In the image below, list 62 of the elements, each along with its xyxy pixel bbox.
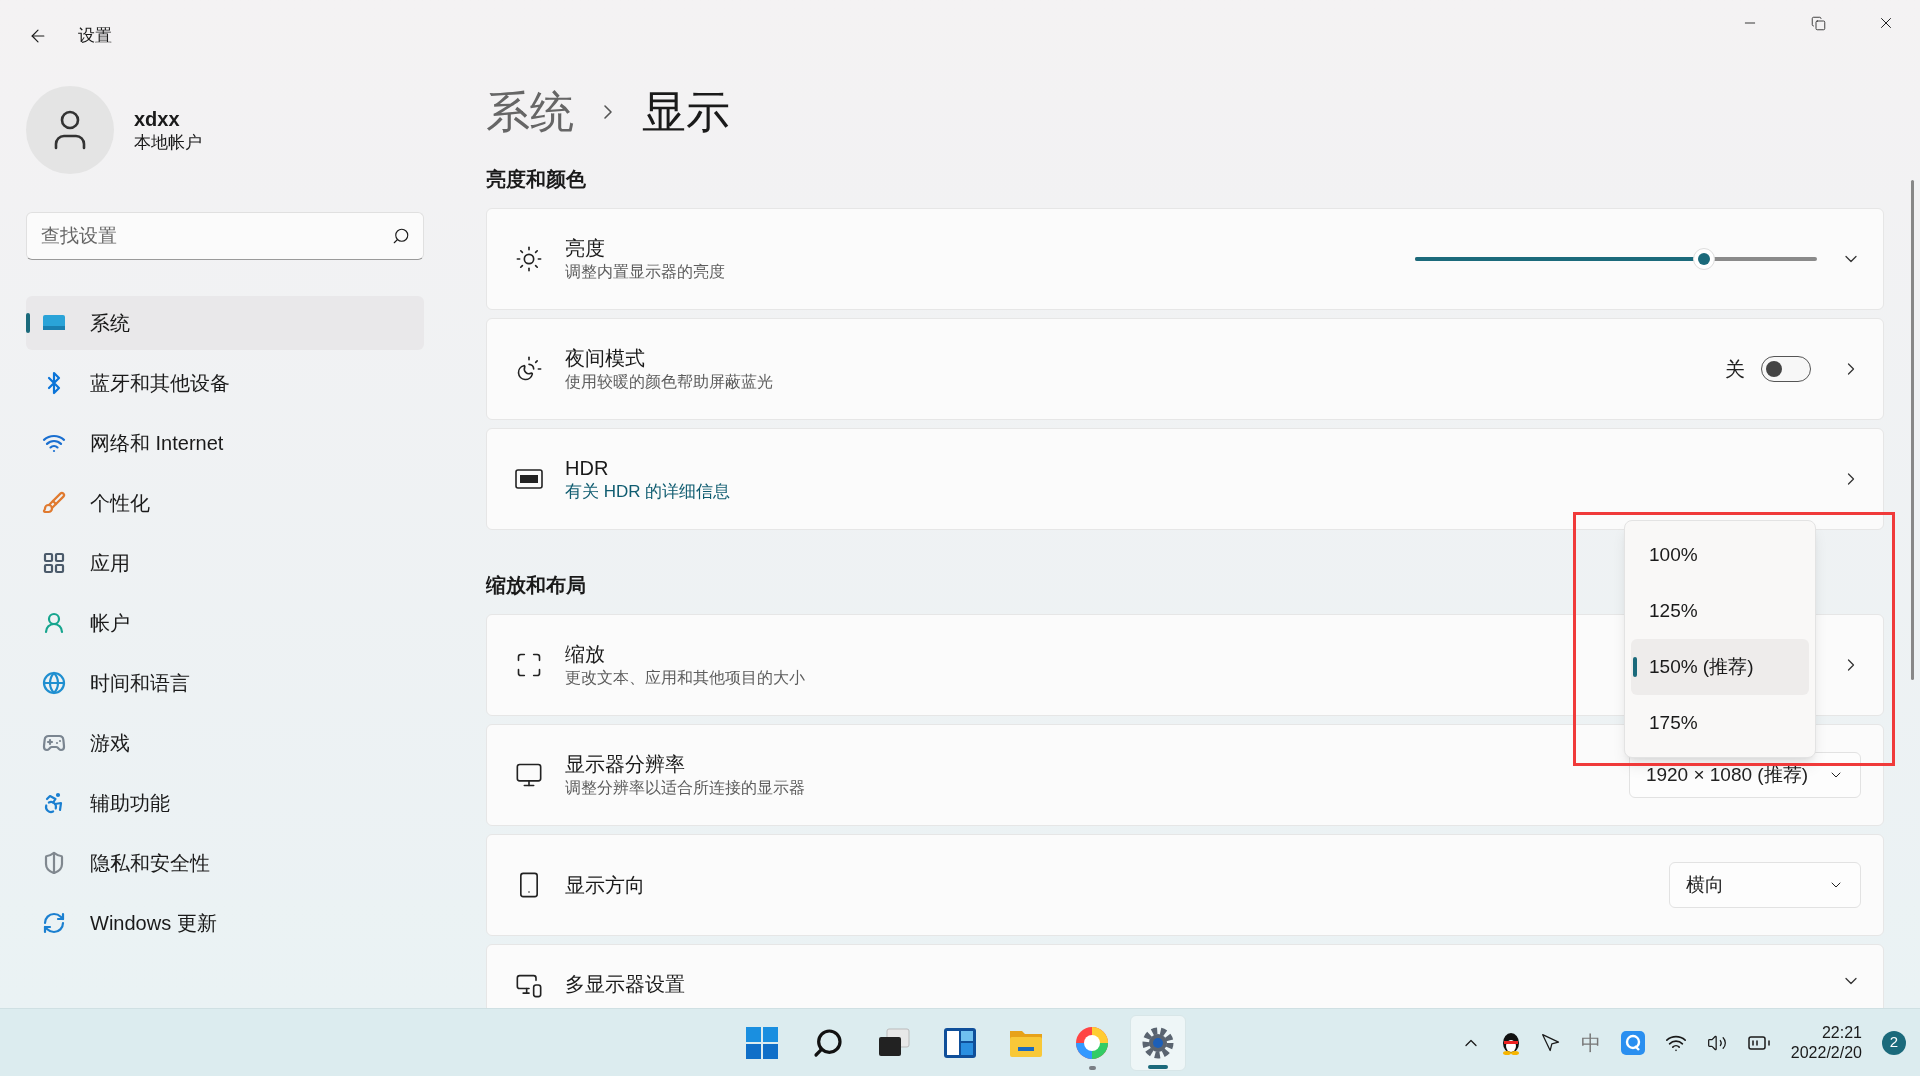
brush-icon [42,491,66,515]
sidebar-item[interactable]: 隐私和安全性 [26,836,424,890]
details-link[interactable]: 有关 HDR 的详细信息 [565,481,731,503]
sun-moon-icon [515,355,543,383]
window-title: 设置 [78,25,112,48]
sidebar-item[interactable]: Windows 更新 [26,896,424,950]
input-method-indicator[interactable]: 中 [1580,1027,1601,1058]
scrollbar[interactable] [1911,180,1914,680]
location-arrow-icon[interactable] [1540,1032,1561,1053]
setting-card[interactable]: HDR 有关 HDR 的详细信息 [486,428,1884,530]
setting-description: 使用较暖的颜色帮助屏蔽蓝光 [565,372,773,392]
setting-description: 调整分辨率以适合所连接的显示器 [565,778,805,798]
sidebar-item[interactable]: 蓝牙和其他设备 [26,356,424,410]
setting-title: 缩放 [565,642,605,667]
dropdown-select[interactable]: 横向 [1669,862,1861,908]
setting-card[interactable]: 多显示器设置 [486,944,1884,1008]
account-type: 本地帐户 [134,132,202,154]
sidebar-item[interactable]: 游戏 [26,716,424,770]
setting-card[interactable]: 夜间模式 使用较暖的颜色帮助屏蔽蓝光 关 [486,318,1884,420]
search-field[interactable]: 查找设置 [26,212,424,260]
sidebar-item[interactable]: 辅助功能 [26,776,424,830]
notification-badge[interactable]: 2 [1882,1030,1906,1055]
setting-title: HDR [565,456,609,481]
sidebar-item[interactable]: 时间和语言 [26,656,424,710]
apps-icon [42,551,66,575]
breadcrumb-parent[interactable]: 系统 [486,79,574,145]
restore-icon[interactable] [1810,15,1826,31]
scale-icon [515,651,543,679]
setting-title: 夜间模式 [565,346,645,371]
sidebar-item[interactable]: 系统 [26,296,424,350]
menu-option[interactable]: 100% [1631,527,1809,583]
globe-icon [42,671,66,695]
sun-icon [515,245,543,273]
setting-card[interactable]: 亮度 调整内置显示器的亮度 [486,208,1884,310]
sidebar-item[interactable]: 网络和 Internet [26,416,424,470]
toggle-state-label: 关 [1725,357,1745,382]
brightness-slider[interactable] [1415,248,1817,270]
monitor-icon [515,761,543,789]
search-icon[interactable] [392,227,410,245]
section-heading: 缩放和布局 [486,573,587,598]
shield-icon [42,851,66,875]
gear-icon[interactable] [1130,1014,1186,1071]
person-icon [42,611,66,635]
setting-title: 多显示器设置 [565,972,685,997]
sidebar-item[interactable]: 应用 [26,536,424,590]
menu-option[interactable]: 150% (推荐) [1631,639,1809,695]
sidebar-item[interactable]: 帐户 [26,596,424,650]
setting-description: 调整内置显示器的亮度 [565,262,725,282]
setting-description: 更改文本、应用和其他项目的大小 [565,668,805,688]
page-title: 显示 [642,86,730,138]
sidebar-item[interactable]: 个性化 [26,476,424,530]
setting-title: 亮度 [565,236,605,261]
app-q-icon[interactable] [1620,1030,1645,1055]
toggle-switch[interactable] [1761,356,1811,382]
setting-title: 显示方向 [565,873,645,898]
setting-title: 显示器分辨率 [565,752,685,777]
clock[interactable]: 22:21 2022/2/20 [1790,1022,1862,1063]
section-heading: 亮度和颜色 [486,167,587,192]
penguin-icon[interactable] [1500,1030,1521,1055]
setting-card[interactable]: 显示方向 横向 [486,834,1884,936]
refresh-icon [42,911,66,935]
user-name: xdxx [134,107,181,132]
